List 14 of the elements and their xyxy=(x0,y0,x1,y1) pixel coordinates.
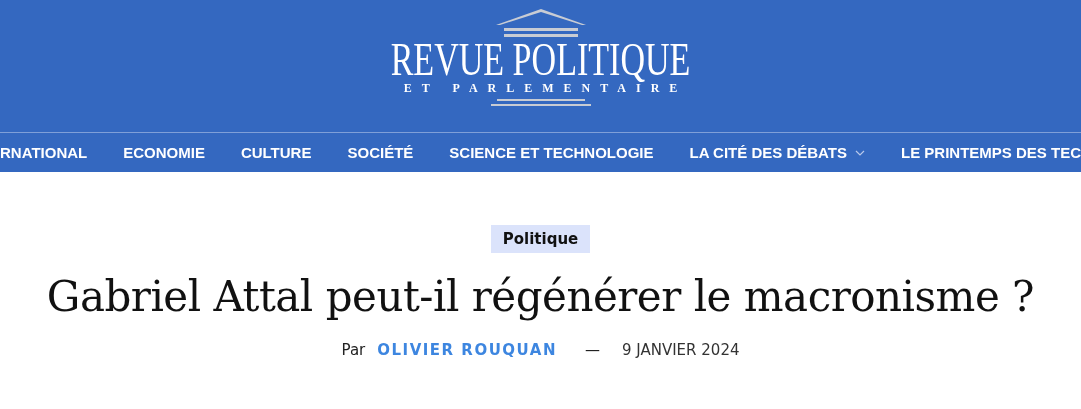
nav-link[interactable]: SOCIÉTÉ xyxy=(347,144,414,161)
category-tag[interactable]: Politique xyxy=(490,225,591,253)
publish-date: 9 JANVIER 2024 xyxy=(622,341,740,359)
nav-link[interactable]: RNATIONAL xyxy=(0,144,88,161)
nav-link[interactable]: CULTURE xyxy=(240,144,312,161)
byline-prefix: Par xyxy=(341,341,366,359)
article-title: Gabriel Attal peut-il régénérer le macronisme ? xyxy=(46,271,1035,323)
nav-link[interactable]: LE PRINTEMPS DES TEC xyxy=(901,144,1081,161)
nav-link[interactable]: ECONOMIE xyxy=(123,144,205,161)
nav-link[interactable]: LA CITÉ DES DÉBATS xyxy=(689,144,865,161)
byline-separator: — xyxy=(585,341,600,359)
temple-base-icon xyxy=(490,99,591,107)
nav-link[interactable]: SCIENCE ET TECHNOLOGIE xyxy=(449,144,654,161)
author-link[interactable]: OLIVIER ROUQUAN xyxy=(377,341,557,359)
